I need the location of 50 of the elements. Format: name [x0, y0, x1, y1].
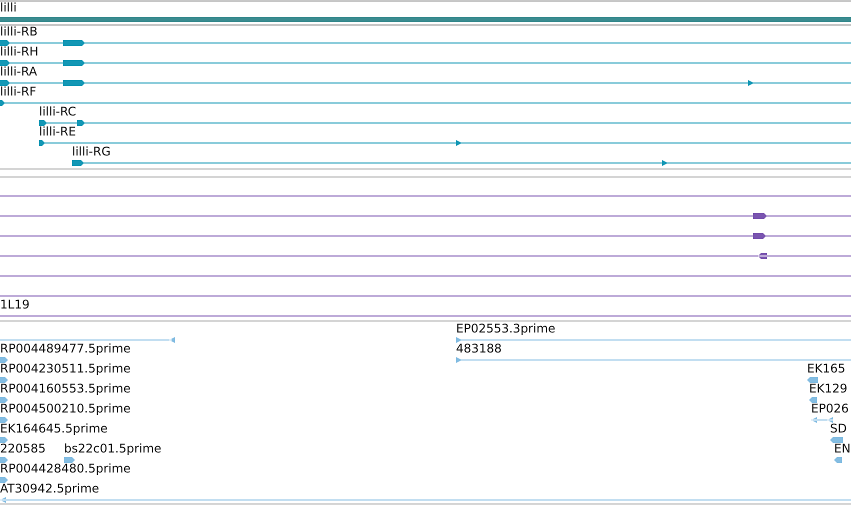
feature-label: 483188 [456, 341, 502, 356]
transcript-label: lilli-RH [0, 44, 38, 58]
transcript-label: lilli-RC [39, 104, 76, 118]
est-feature[interactable] [0, 417, 8, 423]
est-feature[interactable] [0, 397, 8, 403]
transcript-label: lilli-RF [0, 84, 36, 98]
est-feature[interactable] [0, 337, 175, 343]
transcript-glyph[interactable] [0, 40, 851, 46]
feature-label: RP004230511.5prime [0, 361, 131, 376]
est-feature[interactable] [0, 377, 8, 383]
transcript-label: lilli-RA [0, 64, 38, 78]
feature-label: EK165 [807, 361, 846, 376]
feature-label: RP004160553.5prime [0, 381, 131, 396]
feature-label: EP02553.3prime [456, 321, 556, 336]
est-feature[interactable] [830, 437, 843, 443]
gene-bar[interactable] [0, 17, 851, 22]
feature-label: RP004500210.5prime [0, 401, 131, 416]
est-feature[interactable] [834, 457, 842, 463]
feature-label: EP026 [811, 401, 849, 416]
transcript-glyph[interactable] [72, 160, 851, 166]
est-feature[interactable] [0, 477, 8, 483]
track-label: lilli [0, 0, 17, 14]
est-feature[interactable] [0, 497, 851, 503]
transcript-label: lilli-RE [39, 124, 76, 138]
track-label: 1L19 [0, 297, 30, 312]
transcript-label: lilli-RB [0, 24, 38, 38]
transcript-glyph[interactable] [0, 100, 851, 106]
est-feature[interactable] [807, 377, 818, 383]
est-feature[interactable] [809, 397, 817, 403]
feature-label: EN [834, 441, 851, 456]
est-feature[interactable] [0, 437, 8, 443]
transcript-glyph[interactable] [0, 80, 851, 86]
feature-label: RP004428480.5prime [0, 461, 131, 476]
feature-label: 220585 [0, 441, 46, 456]
est-feature[interactable] [811, 417, 833, 423]
transcript-glyph[interactable] [0, 60, 851, 66]
est-feature[interactable] [0, 457, 8, 463]
feature-label: bs22c01.5prime [64, 441, 162, 456]
feature-label: EK164645.5prime [0, 421, 108, 436]
est-feature[interactable] [0, 357, 8, 363]
feature-label: RP004489477.5prime [0, 341, 131, 356]
transcript-glyph[interactable] [39, 140, 851, 146]
est-feature[interactable] [456, 337, 851, 343]
feature-label: SD [830, 421, 847, 436]
feature-label: EK129 [809, 381, 848, 396]
est-feature[interactable] [64, 457, 75, 463]
transcript-label: lilli-RG [72, 144, 111, 158]
feature-label: AT30942.5prime [0, 481, 100, 496]
transcript-glyph[interactable] [39, 120, 851, 126]
est-feature[interactable] [456, 357, 851, 363]
